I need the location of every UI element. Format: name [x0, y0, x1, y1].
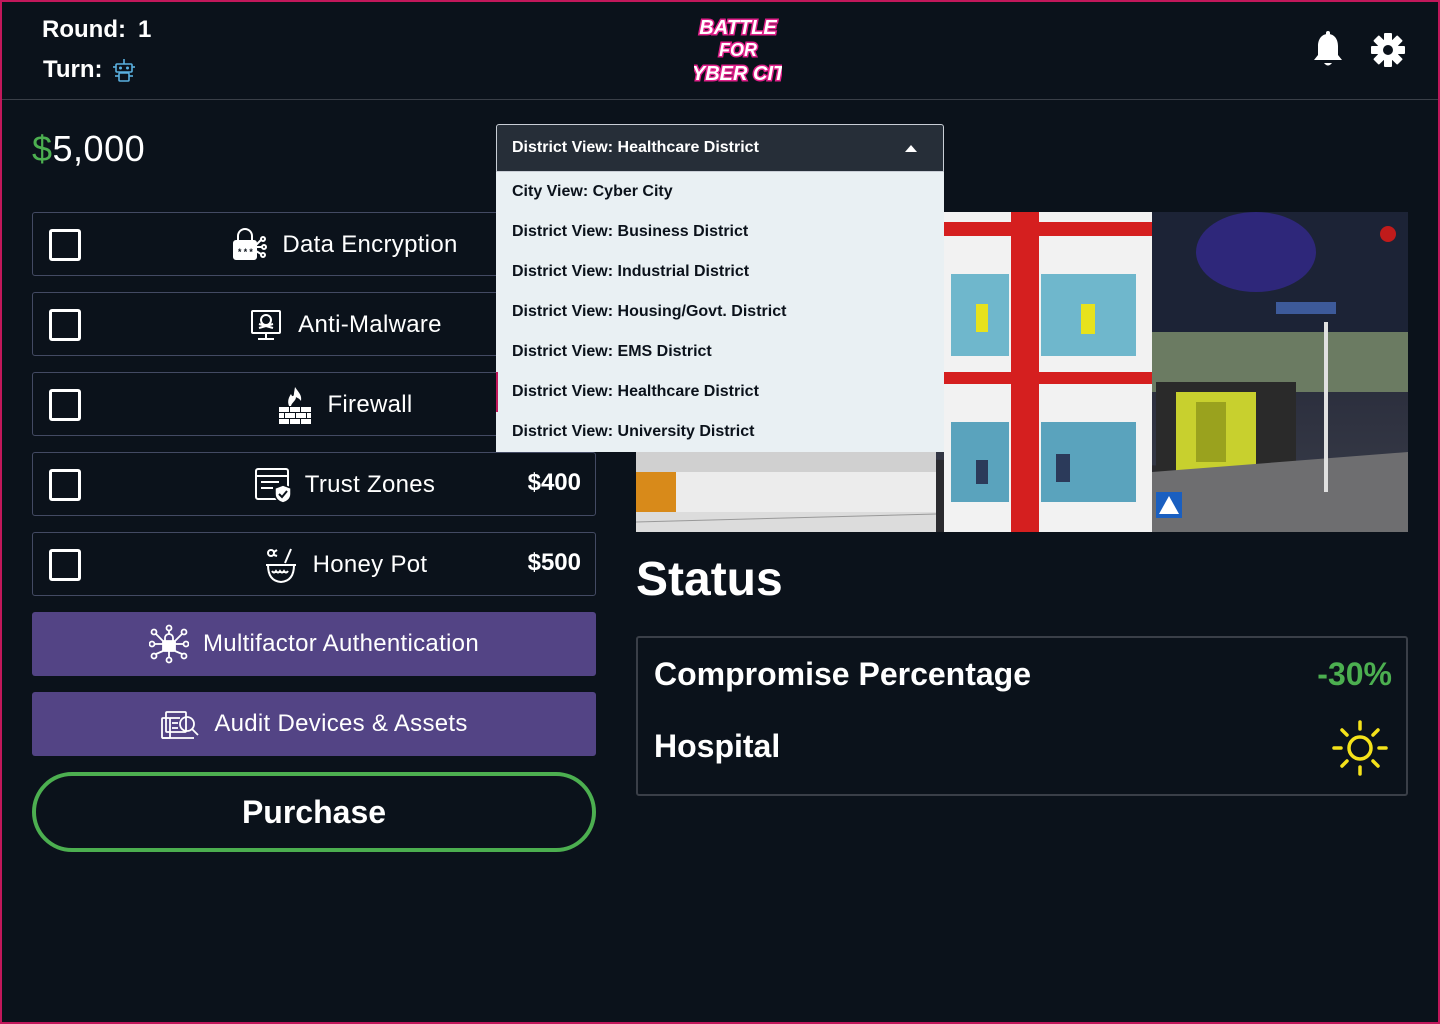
checkbox[interactable]	[49, 309, 81, 341]
firewall-icon	[279, 387, 312, 424]
price-label: $500	[527, 549, 581, 576]
bell-icon[interactable]	[1310, 30, 1346, 70]
selected-option-marker	[496, 372, 498, 412]
view-option-industrial[interactable]: District View: Industrial District	[496, 252, 944, 292]
network-lock-icon	[149, 624, 190, 664]
svg-text:***: ***	[237, 248, 254, 258]
view-selector-menu: City View: Cyber City District View: Bus…	[496, 172, 944, 452]
lock-icon: ***	[233, 228, 268, 260]
price-label: $400	[527, 469, 581, 496]
view-option-ems[interactable]: District View: EMS District	[496, 332, 944, 372]
top-bar: Round:1 Turn: BATTLE FOR CYBER CITY	[0, 0, 1440, 100]
wallet-balance: $5,000	[32, 128, 146, 169]
gear-icon[interactable]	[1370, 30, 1406, 70]
view-selector[interactable]: District View: Healthcare District	[496, 124, 944, 172]
shield-window-icon	[254, 468, 292, 504]
view-option-business[interactable]: District View: Business District	[496, 212, 944, 252]
view-option-healthcare[interactable]: District View: Healthcare District	[496, 372, 944, 412]
sun-icon	[1332, 720, 1388, 776]
svg-text:CYBER CITY: CYBER CITY	[694, 63, 782, 85]
status-heading: Status	[636, 553, 783, 606]
status-panel: Compromise Percentage -30% Hospital	[636, 636, 1408, 796]
view-selector-value: District View: Healthcare District	[512, 139, 759, 156]
compromise-value: -30%	[1317, 656, 1392, 692]
compromise-label: Compromise Percentage	[654, 656, 1032, 692]
facility-label: Hospital	[654, 728, 781, 764]
audit-devices-button[interactable]: Audit Devices & Assets	[32, 692, 596, 756]
checkbox[interactable]	[49, 469, 81, 501]
audit-icon	[161, 711, 199, 739]
purchase-button[interactable]: Purchase	[32, 772, 596, 852]
caret-up-icon[interactable]	[905, 145, 917, 152]
defense-option-trust-zones[interactable]: Trust Zones $400	[32, 452, 596, 516]
defense-option-honey-pot[interactable]: Honey Pot $500	[32, 532, 596, 596]
checkbox[interactable]	[49, 389, 81, 421]
checkbox[interactable]	[49, 549, 81, 581]
multifactor-authentication-button[interactable]: Multifactor Authentication	[32, 612, 596, 676]
monitor-skull-icon	[251, 310, 282, 340]
svg-text:BATTLE: BATTLE	[699, 17, 777, 39]
view-option-housing-govt[interactable]: District View: Housing/Govt. District	[496, 292, 944, 332]
game-logo: BATTLE FOR CYBER CITY	[694, 16, 782, 87]
view-option-city[interactable]: City View: Cyber City	[496, 172, 944, 212]
robot-icon	[112, 59, 135, 82]
checkbox[interactable]	[49, 229, 81, 261]
view-option-university[interactable]: District View: University District	[496, 412, 944, 452]
honey-pot-icon	[265, 548, 296, 584]
round-indicator: Round: 1	[42, 16, 152, 43]
turn-indicator: Turn:	[43, 56, 137, 84]
svg-text:FOR: FOR	[719, 40, 757, 60]
